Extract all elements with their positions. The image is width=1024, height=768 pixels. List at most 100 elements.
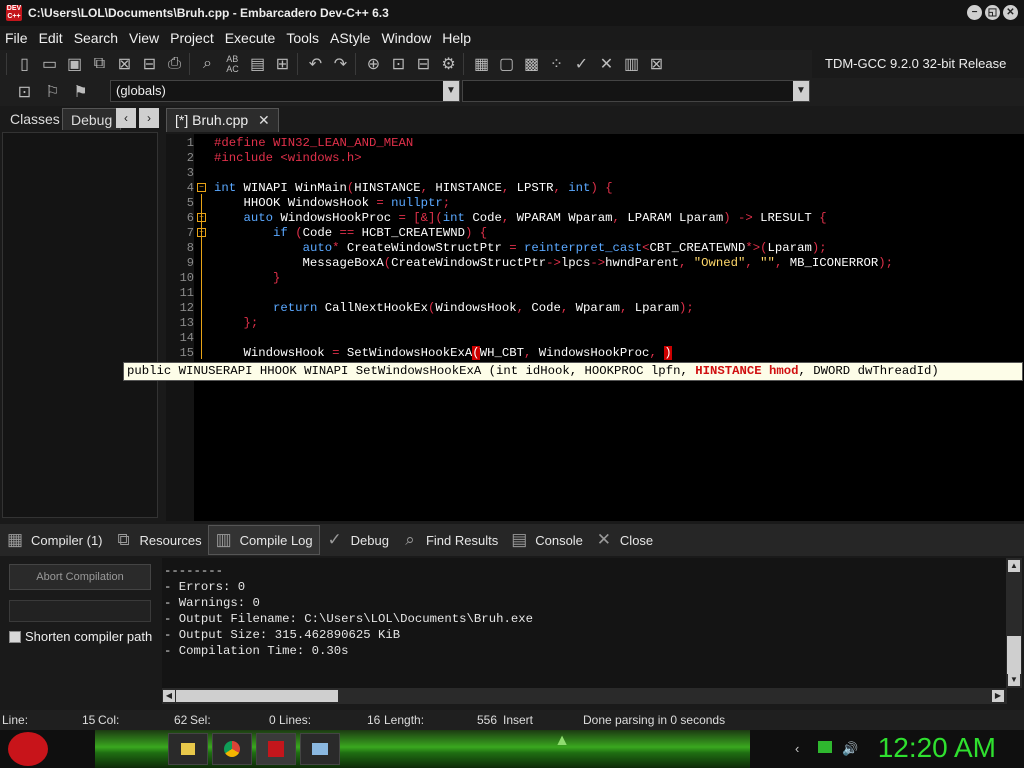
close-all-icon[interactable]: ⊟	[137, 52, 162, 76]
close-file-icon[interactable]: ⊠	[112, 52, 137, 76]
minimize-button[interactable]: −	[967, 5, 982, 20]
delete-profile-icon[interactable]: ⊠	[644, 52, 669, 76]
menu-execute[interactable]: Execute	[220, 30, 282, 46]
compile-log-output[interactable]: -------- - Errors: 0 - Warnings: 0 - Out…	[162, 558, 1007, 688]
fold-toggle-icon[interactable]: −	[197, 228, 206, 237]
taskbar-explorer[interactable]	[168, 733, 208, 765]
chevron-down-icon[interactable]: ▼	[793, 81, 809, 101]
line-number: 15	[179, 346, 194, 360]
debug-watch-tree[interactable]	[2, 132, 158, 518]
tab-compiler-label: Compiler (1)	[31, 532, 103, 548]
profile-icon[interactable]: ▥	[619, 52, 644, 76]
tab-debug-output[interactable]: ✓ Debug	[320, 525, 395, 555]
scope-combo[interactable]: (globals) ▼	[110, 80, 460, 102]
scroll-thumb[interactable]	[176, 690, 338, 702]
tab-resources[interactable]: ⧉ Resources	[109, 525, 208, 555]
code-line-4: int WINAPI WinMain(HINSTANCE, HINSTANCE,…	[214, 181, 613, 195]
compile-icon[interactable]: ▦	[469, 52, 494, 76]
battery-icon[interactable]	[818, 741, 832, 753]
menu-window[interactable]: Window	[376, 30, 437, 46]
menu-help[interactable]: Help	[437, 30, 477, 46]
line-number: 14	[179, 331, 194, 345]
abort-compilation-button[interactable]: Abort Compilation	[9, 564, 151, 590]
function-combo[interactable]: ▼	[462, 80, 810, 102]
save-icon[interactable]: ▣	[62, 52, 87, 76]
shorten-path-toggle[interactable]: Shorten compiler path	[9, 629, 152, 644]
tab-bruh-cpp[interactable]: [*] Bruh.cpp ✕	[166, 108, 279, 132]
bookmark-icon[interactable]: ⚐	[40, 80, 65, 104]
tab-debug[interactable]: Debug	[62, 108, 122, 130]
menu-view[interactable]: View	[124, 30, 165, 46]
code-line-5: HHOOK WindowsHook = nullptr;	[214, 196, 451, 210]
tab-console[interactable]: ▤ Console	[504, 525, 589, 555]
add-to-project-icon[interactable]: ⊡	[386, 52, 411, 76]
new-project-icon[interactable]: ⊕	[361, 52, 386, 76]
menu-file[interactable]: File	[0, 30, 34, 46]
open-folder-icon[interactable]: ▭	[37, 52, 62, 76]
rebuild-all-icon[interactable]: ⁘	[544, 52, 569, 76]
code-editor[interactable]: 1 2 3 4 5 6 7 8 9 10 11 12 13 14 15 − − …	[166, 134, 1024, 521]
menu-project[interactable]: Project	[165, 30, 220, 46]
menu-edit[interactable]: Edit	[34, 30, 69, 46]
close-panel-label: Close	[619, 532, 654, 548]
scroll-down-icon[interactable]: ▼	[1008, 674, 1020, 686]
start-button-angry-bird-icon[interactable]	[8, 732, 48, 766]
status-sel-label: Sel:	[190, 713, 211, 727]
tab-compile-log[interactable]: ▥ Compile Log	[207, 525, 320, 555]
fold-toggle-icon[interactable]: −	[197, 213, 206, 222]
code-line-10: }	[273, 271, 281, 285]
tab-find-results[interactable]: ⌕ Find Results	[395, 525, 504, 555]
volume-icon[interactable]: 🔊	[842, 741, 858, 757]
taskbar-chrome[interactable]	[212, 733, 252, 765]
log-horizontal-scrollbar[interactable]: ◀ ▶	[162, 688, 1007, 704]
taskbar-clock[interactable]: 12:20 AM	[878, 732, 996, 764]
stop-execution-icon[interactable]: ✕	[594, 52, 619, 76]
goto-bookmark-icon[interactable]: ⚑	[68, 80, 93, 104]
run-icon[interactable]: ▢	[494, 52, 519, 76]
undo-icon[interactable]: ↶	[303, 52, 328, 76]
tab-classes[interactable]: Classes	[2, 108, 68, 130]
scroll-left-icon[interactable]: ◀	[163, 690, 175, 702]
shorten-path-checkbox[interactable]	[9, 630, 21, 643]
code-line-1: #define WIN32_LEAN_AND_MEAN	[214, 136, 414, 150]
menu-search[interactable]: Search	[69, 30, 124, 46]
taskbar-devcpp[interactable]	[256, 733, 296, 765]
new-file-icon[interactable]: ▯	[12, 52, 37, 76]
goto-line-icon[interactable]: ▤	[245, 52, 270, 76]
tab-prev-button[interactable]: ‹	[116, 108, 136, 128]
class-toolbar: ⊡ ⚐ ⚑ (globals) ▼ ▼	[0, 78, 1024, 106]
log-vertical-scrollbar[interactable]: ▲ ▼	[1006, 558, 1022, 688]
taskbar-window[interactable]	[300, 733, 340, 765]
hint-signature-start: public WINUSERAPI HHOOK WINAPI SetWindow…	[127, 364, 696, 378]
tray-expand-icon[interactable]: ‹	[795, 741, 799, 756]
scroll-up-icon[interactable]: ▲	[1008, 560, 1020, 572]
line-number: 10	[179, 271, 194, 285]
syntax-check-icon[interactable]: ✓	[569, 52, 594, 76]
menu-tools[interactable]: Tools	[281, 30, 325, 46]
close-panel-button[interactable]: ✕ Close	[589, 525, 659, 555]
close-icon[interactable]: ✕	[258, 112, 270, 128]
compile-progress-bar	[9, 600, 151, 622]
fold-toggle-icon[interactable]: −	[197, 183, 206, 192]
scroll-right-icon[interactable]: ▶	[992, 690, 1004, 702]
close-window-button[interactable]: ✕	[1003, 5, 1018, 20]
project-options-icon[interactable]: ⚙	[436, 52, 461, 76]
redo-icon[interactable]: ↷	[328, 52, 353, 76]
menu-astyle[interactable]: AStyle	[325, 30, 376, 46]
tab-next-button[interactable]: ›	[139, 108, 159, 128]
hint-current-parameter: HINSTANCE hmod	[695, 364, 799, 378]
restore-button[interactable]: ◱	[985, 5, 1000, 20]
chevron-down-icon[interactable]: ▼	[443, 81, 459, 101]
scroll-thumb[interactable]	[1007, 636, 1021, 674]
replace-icon[interactable]: AB AC	[220, 52, 245, 76]
triangle-logo-icon: ▲	[554, 732, 570, 749]
print-icon[interactable]: ⎙	[162, 52, 187, 76]
insert-icon[interactable]: ⊡	[12, 80, 37, 104]
goto-function-icon[interactable]: ⊞	[270, 52, 295, 76]
compiler-set-select[interactable]: TDM-GCC 9.2.0 32-bit Release	[818, 52, 1024, 76]
tab-compiler[interactable]: ▦ Compiler (1)	[0, 525, 109, 555]
remove-from-project-icon[interactable]: ⊟	[411, 52, 436, 76]
find-icon[interactable]: ⌕	[195, 52, 220, 76]
compile-run-icon[interactable]: ▩	[519, 52, 544, 76]
save-all-icon[interactable]: ⧉	[87, 52, 112, 76]
